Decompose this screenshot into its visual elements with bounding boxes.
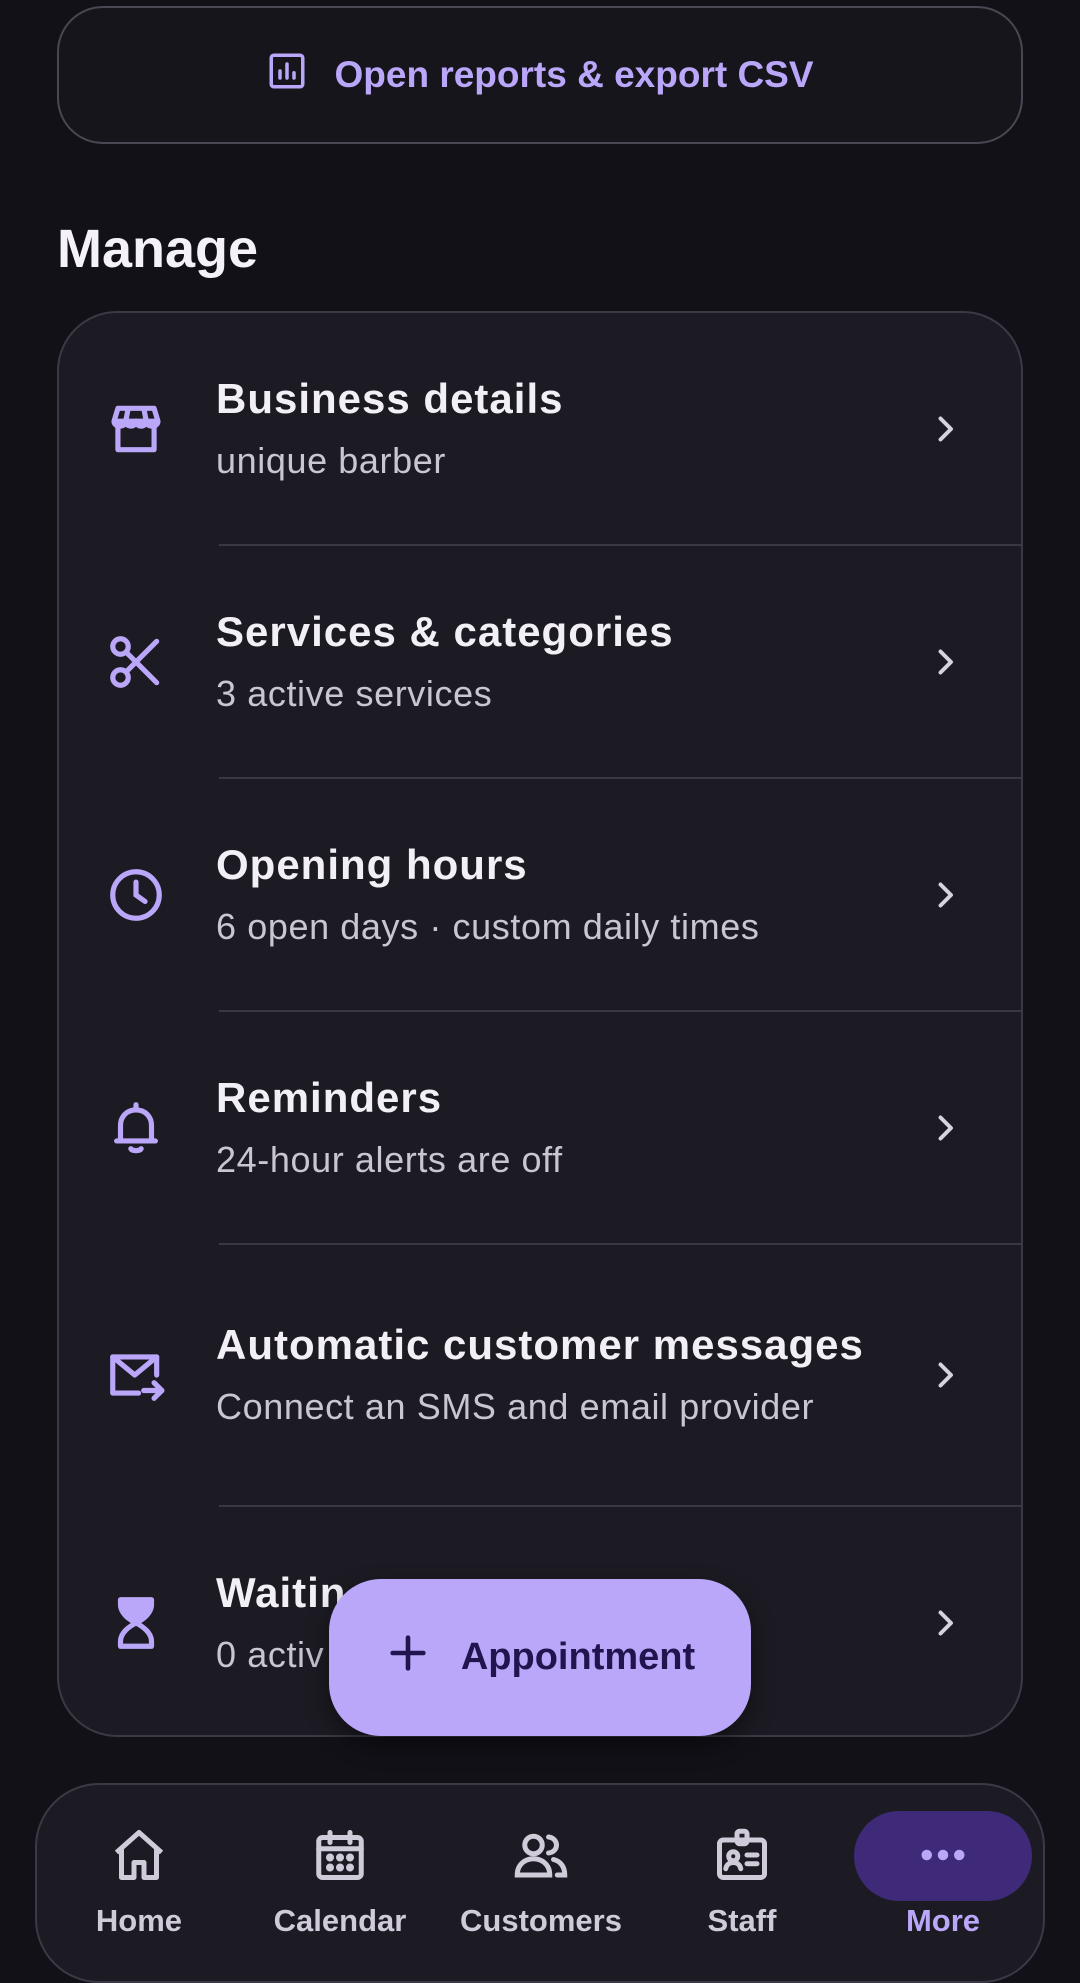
manage-item-title: Automatic customer messages: [216, 1321, 864, 1368]
add-appointment-label: Appointment: [460, 1636, 696, 1678]
open-reports-button[interactable]: Open reports & export CSV: [57, 6, 1023, 144]
scissors-icon: [105, 631, 167, 693]
people-icon: [511, 1825, 571, 1885]
bar-chart-icon: [266, 50, 308, 101]
chevron-right-icon: [938, 649, 953, 674]
manage-item-reminders[interactable]: Reminders 24-hour alerts are off: [59, 1012, 1021, 1243]
chevron-right-icon: [938, 416, 953, 441]
manage-item-subtitle: 24-hour alerts are off: [216, 1138, 563, 1180]
home-icon: [109, 1825, 169, 1885]
nav-label: Staff: [707, 1903, 777, 1938]
manage-item-title: Opening hours: [216, 840, 528, 888]
manage-item-title: Reminders: [216, 1073, 443, 1121]
manage-item-title: Services & categories: [216, 607, 674, 655]
nav-item-home[interactable]: Home: [39, 1785, 239, 1983]
more-dots-icon: [913, 1825, 973, 1885]
manage-item-subtitle: 3 active services: [216, 672, 493, 714]
manage-item-subtitle: 6 open days · custom daily times: [216, 905, 760, 947]
manage-item-services[interactable]: Services & categories 3 active services: [59, 546, 1021, 777]
plus-icon: [385, 1630, 431, 1686]
bottom-navigation: Home Calendar Customers Staff More: [35, 1783, 1045, 1983]
clock-icon: [105, 864, 167, 926]
manage-item-automatic-messages[interactable]: Automatic customer messages Connect an S…: [59, 1245, 1021, 1505]
hourglass-icon: [105, 1592, 167, 1654]
open-reports-label: Open reports & export CSV: [334, 54, 814, 95]
manage-card: Business details unique barber Services …: [57, 311, 1023, 1737]
badge-icon: [712, 1825, 772, 1885]
chevron-right-icon: [938, 1362, 953, 1388]
section-title: Manage: [57, 219, 259, 279]
chevron-right-icon: [938, 1115, 953, 1140]
nav-item-staff[interactable]: Staff: [642, 1785, 842, 1983]
nav-label: Home: [95, 1903, 183, 1938]
nav-label: Customers: [460, 1903, 622, 1938]
nav-item-customers[interactable]: Customers: [441, 1785, 641, 1983]
nav-label: Calendar: [273, 1903, 407, 1938]
manage-item-business-details[interactable]: Business details unique barber: [59, 313, 1021, 544]
manage-item-title: Business details: [216, 374, 564, 422]
storefront-icon: [105, 398, 167, 460]
nav-item-more[interactable]: More: [843, 1785, 1043, 1983]
bell-icon: [105, 1097, 167, 1159]
chevron-right-icon: [938, 882, 953, 907]
chevron-right-icon: [938, 1610, 953, 1636]
manage-item-subtitle: unique barber: [216, 439, 446, 481]
mail-forward-icon: [105, 1344, 167, 1406]
nav-item-calendar[interactable]: Calendar: [240, 1785, 440, 1983]
add-appointment-button[interactable]: Appointment: [329, 1579, 751, 1736]
nav-label: More: [905, 1903, 981, 1938]
manage-item-subtitle: Connect an SMS and email provider: [216, 1386, 815, 1427]
manage-item-opening-hours[interactable]: Opening hours 6 open days · custom daily…: [59, 779, 1021, 1010]
calendar-icon: [310, 1825, 370, 1885]
